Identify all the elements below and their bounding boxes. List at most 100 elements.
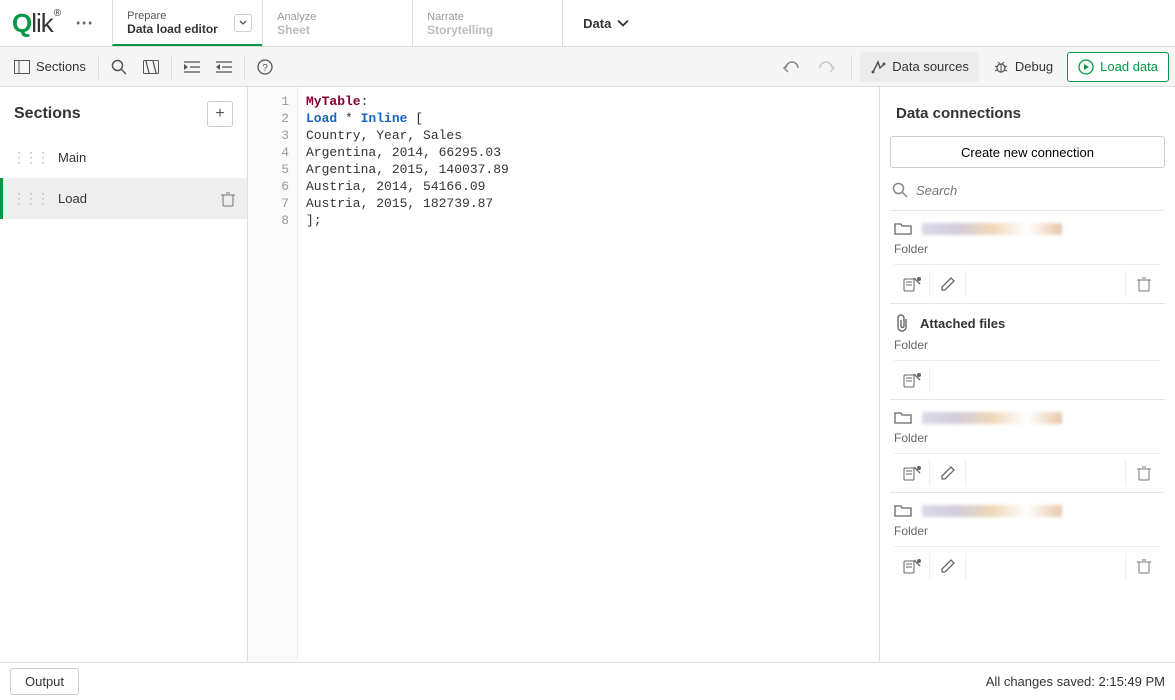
debug-label: Debug (1015, 59, 1053, 74)
sections-toggle-label: Sections (36, 59, 86, 74)
code-content[interactable]: MyTable:Load * Inline [Country, Year, Sa… (298, 87, 879, 661)
sections-toggle[interactable]: Sections (6, 59, 94, 74)
connection-header[interactable] (894, 410, 1161, 425)
connection-header[interactable] (894, 503, 1161, 518)
save-status: All changes saved: 2:15:49 PM (986, 674, 1165, 689)
select-data-button[interactable] (894, 553, 930, 579)
comment-toggle-button[interactable] (135, 52, 167, 82)
panel-icon (14, 60, 30, 74)
sections-panel: Sections + ⋮⋮⋮Main⋮⋮⋮Load (0, 87, 248, 661)
svg-text:?: ? (262, 63, 268, 74)
folder-icon (894, 221, 912, 236)
line-gutter: 12345678 (248, 87, 298, 661)
search-icon (111, 59, 127, 75)
select-data-button[interactable] (894, 271, 930, 297)
play-icon (1078, 59, 1094, 75)
help-icon: ? (257, 59, 273, 75)
help-button[interactable]: ? (249, 52, 281, 82)
load-data-label: Load data (1100, 59, 1158, 74)
indent-icon (184, 60, 200, 74)
folder-icon (894, 503, 912, 518)
edit-connection-button[interactable] (930, 271, 966, 297)
connections-panel: Data connections Create new connection F… (880, 87, 1175, 661)
footer: Output All changes saved: 2:15:49 PM (0, 662, 1175, 700)
connection-item: Folder (890, 492, 1165, 585)
bug-icon (993, 59, 1009, 75)
nav-tab-subtitle: Storytelling (427, 23, 544, 37)
redo-button[interactable] (811, 52, 843, 82)
redo-icon (818, 60, 836, 74)
connection-type: Folder (894, 431, 1161, 445)
more-menu-icon[interactable]: ⋯ (69, 13, 100, 34)
connection-name-redacted (922, 223, 1062, 235)
code-editor[interactable]: 12345678 MyTable:Load * Inline [Country,… (248, 87, 880, 661)
delete-section-icon[interactable] (221, 191, 235, 207)
connection-type: Folder (894, 338, 1161, 352)
load-data-button[interactable]: Load data (1067, 52, 1169, 82)
nav-tab-title: Analyze (277, 11, 394, 23)
outdent-button[interactable] (208, 52, 240, 82)
connection-actions (894, 360, 1161, 393)
connection-search[interactable] (890, 178, 1165, 202)
connection-search-input[interactable] (916, 183, 1163, 198)
data-sources-icon (870, 59, 886, 75)
section-item-main[interactable]: ⋮⋮⋮Main (0, 137, 247, 178)
sections-title: Sections (14, 105, 81, 123)
attachment-icon (894, 314, 910, 332)
toolbar-separator (851, 55, 852, 79)
grip-icon[interactable]: ⋮⋮⋮ (12, 190, 48, 207)
search-button[interactable] (103, 52, 135, 82)
nav-tab-title: Prepare (127, 10, 244, 22)
data-dropdown[interactable]: Data (563, 0, 649, 46)
connection-header[interactable] (894, 221, 1161, 236)
data-sources-button[interactable]: Data sources (860, 52, 979, 82)
toolbar-separator (244, 55, 245, 79)
indent-button[interactable] (176, 52, 208, 82)
app-header: Qlik® ⋯ PrepareData load editorAnalyzeSh… (0, 0, 1175, 47)
nav-tab-prepare[interactable]: PrepareData load editor (112, 0, 262, 46)
connection-type: Folder (894, 524, 1161, 538)
undo-button[interactable] (775, 52, 807, 82)
nav-tab-analyze[interactable]: AnalyzeSheet (262, 0, 412, 46)
toolbar-separator (98, 55, 99, 79)
toolbar: Sections ? Data sources Debug Load data (0, 47, 1175, 87)
logo-area: Qlik® ⋯ (0, 0, 112, 46)
section-label: Load (58, 191, 87, 206)
connection-name: Attached files (920, 316, 1005, 331)
connection-type: Folder (894, 242, 1161, 256)
connection-item: Attached files Folder (890, 303, 1165, 399)
nav-tab-title: Narrate (427, 11, 544, 23)
connection-header[interactable]: Attached files (894, 314, 1161, 332)
nav-tab-subtitle: Data load editor (127, 22, 244, 36)
debug-button[interactable]: Debug (983, 52, 1063, 82)
select-data-button[interactable] (894, 460, 930, 486)
select-data-button[interactable] (894, 367, 930, 393)
data-dropdown-label: Data (583, 16, 611, 31)
connection-actions (894, 453, 1161, 486)
section-item-load[interactable]: ⋮⋮⋮ Load (0, 178, 247, 219)
chevron-down-icon (617, 19, 629, 27)
outdent-icon (216, 60, 232, 74)
nav-tab-narrate[interactable]: NarrateStorytelling (412, 0, 562, 46)
folder-icon (894, 410, 912, 425)
edit-connection-button[interactable] (930, 553, 966, 579)
add-section-button[interactable]: + (207, 101, 233, 127)
main-body: Sections + ⋮⋮⋮Main⋮⋮⋮Load 12345678 MyTab… (0, 87, 1175, 661)
toolbar-separator (171, 55, 172, 79)
undo-icon (782, 60, 800, 74)
delete-connection-button[interactable] (1125, 553, 1161, 579)
grip-icon[interactable]: ⋮⋮⋮ (12, 149, 48, 166)
connection-name-redacted (922, 412, 1062, 424)
create-connection-button[interactable]: Create new connection (890, 136, 1165, 168)
search-icon (892, 182, 908, 198)
connections-title: Data connections (890, 105, 1165, 122)
nav-tab-subtitle: Sheet (277, 23, 394, 37)
edit-connection-button[interactable] (930, 460, 966, 486)
output-button[interactable]: Output (10, 668, 79, 695)
delete-connection-button[interactable] (1125, 271, 1161, 297)
comment-icon (143, 60, 159, 74)
toolbar-right: Data sources Debug Load data (775, 52, 1169, 82)
chevron-down-icon[interactable] (234, 14, 252, 32)
delete-connection-button[interactable] (1125, 460, 1161, 486)
sections-header: Sections + (0, 87, 247, 137)
